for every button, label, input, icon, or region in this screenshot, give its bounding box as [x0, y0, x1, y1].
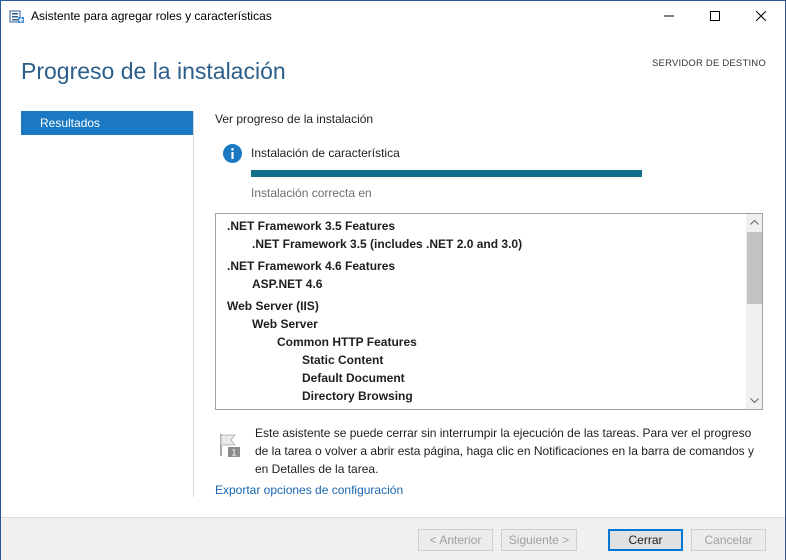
- export-config-link[interactable]: Exportar opciones de configuración: [215, 483, 403, 497]
- tree-item: .NET Framework 4.6 Features: [227, 259, 396, 273]
- server-manager-icon: [9, 8, 25, 24]
- progress-bar-fill: [251, 170, 642, 177]
- status-title: Instalación de característica: [251, 146, 400, 160]
- vertical-scrollbar[interactable]: [746, 214, 762, 409]
- maximize-icon: [710, 11, 720, 21]
- destination-server-label: SERVIDOR DE DESTINO: [652, 58, 766, 69]
- window-title: Asistente para agregar roles y caracterí…: [31, 9, 272, 23]
- minimize-button[interactable]: [646, 1, 692, 31]
- chevron-down-icon: [750, 398, 759, 403]
- notification-flag-icon: 1: [219, 432, 243, 458]
- tree-item: .NET Framework 3.5 (includes .NET 2.0 an…: [252, 237, 523, 251]
- scroll-down-button[interactable]: [746, 392, 762, 409]
- info-note: Este asistente se puede cerrar sin inter…: [255, 426, 754, 476]
- cancel-button[interactable]: Cancelar: [691, 529, 766, 551]
- tree-item: Web Server: [252, 317, 318, 331]
- results-tree[interactable]: .NET Framework 3.5 Features .NET Framewor…: [215, 213, 763, 410]
- next-button[interactable]: Siguiente >: [501, 529, 577, 551]
- tree-item: ASP.NET 4.6: [252, 277, 323, 291]
- footer-bar: < Anterior Siguiente > Cerrar Cancelar: [1, 517, 785, 560]
- maximize-button[interactable]: [692, 1, 738, 31]
- progress-bar: [251, 170, 642, 177]
- scroll-thumb[interactable]: [747, 232, 762, 304]
- info-icon: [223, 144, 242, 163]
- tree-item: .NET Framework 3.5 Features: [227, 219, 396, 233]
- tree-item: Web Server (IIS): [227, 299, 319, 313]
- title-bar[interactable]: Asistente para agregar roles y caracterí…: [1, 1, 785, 31]
- nav-item-results[interactable]: Resultados: [21, 111, 193, 135]
- close-dialog-button[interactable]: Cerrar: [608, 529, 683, 551]
- tree-item: Common HTTP Features: [277, 335, 417, 349]
- tree-item: Static Content: [302, 353, 384, 367]
- previous-button[interactable]: < Anterior: [418, 529, 493, 551]
- install-result-text: Instalación correcta en: [251, 186, 372, 200]
- tree-item: Directory Browsing: [302, 389, 413, 403]
- page-title: Progreso de la instalación: [21, 58, 286, 84]
- scroll-up-button[interactable]: [746, 214, 762, 231]
- close-icon: [756, 11, 766, 21]
- close-button[interactable]: [738, 1, 784, 31]
- view-progress-heading: Ver progreso de la instalación: [215, 112, 374, 126]
- tree-item: Default Document: [302, 371, 405, 385]
- minimize-icon: [664, 15, 674, 17]
- wizard-window: Asistente para agregar roles y caracterí…: [0, 0, 786, 560]
- nav-divider: [193, 111, 194, 497]
- chevron-up-icon: [750, 220, 759, 225]
- svg-text:1: 1: [231, 448, 236, 458]
